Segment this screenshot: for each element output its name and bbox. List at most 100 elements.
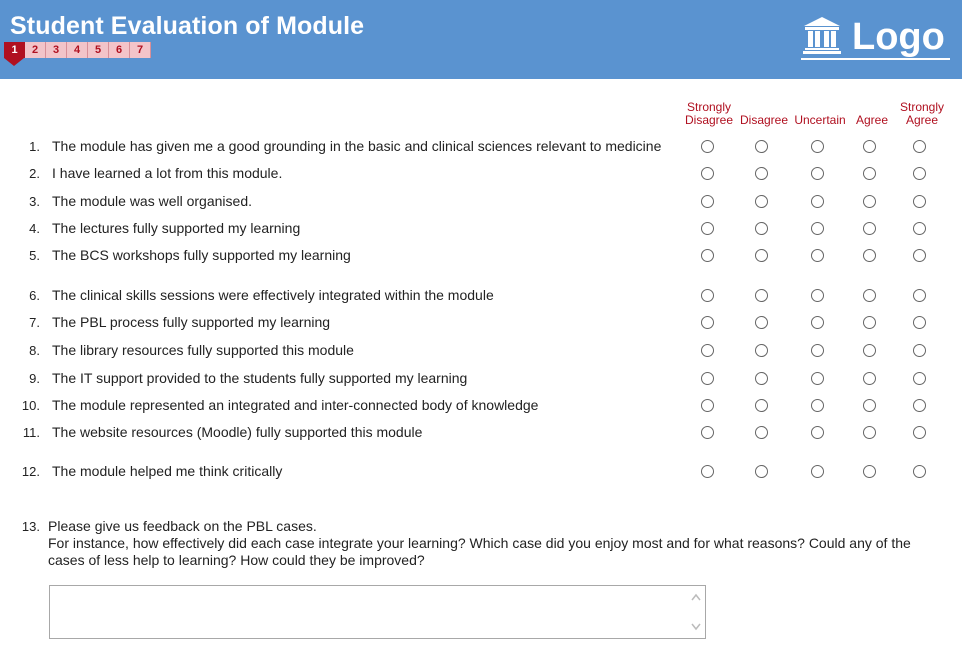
question-number: 11. [22,425,40,440]
page-tab-7[interactable]: 7 [130,42,151,58]
radio-strongly-agree[interactable] [913,344,926,357]
feedback-textarea[interactable] [49,585,706,639]
radio-strongly-disagree[interactable] [701,249,714,262]
question-number: 13. [21,519,40,534]
radio-disagree[interactable] [755,140,768,153]
page-tab-2[interactable]: 2 [25,42,46,58]
radio-uncertain[interactable] [811,249,824,262]
radio-disagree[interactable] [755,195,768,208]
scale-header-agree: Agree [855,113,889,127]
question-text: The lectures fully supported my learning [52,220,301,236]
radio-disagree[interactable] [755,399,768,412]
radio-strongly-agree[interactable] [913,140,926,153]
radio-agree[interactable] [863,249,876,262]
radio-disagree[interactable] [755,426,768,439]
page-tab-3[interactable]: 3 [46,42,67,58]
radio-strongly-disagree[interactable] [701,426,714,439]
radio-agree[interactable] [863,399,876,412]
radio-uncertain[interactable] [811,426,824,439]
radio-uncertain[interactable] [811,222,824,235]
chevron-down-icon[interactable] [690,620,702,632]
scale-header-strongly-disagree: Strongly Disagree [684,100,734,127]
feedback-question-line: cases of less help to learning? How coul… [48,552,425,568]
question-number: 12. [21,464,40,479]
radio-strongly-disagree[interactable] [701,289,714,302]
radio-agree[interactable] [863,372,876,385]
question-text: The module represented an integrated and… [52,397,539,413]
radio-strongly-agree[interactable] [913,249,926,262]
radio-strongly-agree[interactable] [913,399,926,412]
radio-disagree[interactable] [755,465,768,478]
question-number: 10. [21,398,40,413]
radio-disagree[interactable] [755,316,768,329]
question-text: The module was well organised. [52,193,252,209]
question-number: 9. [29,371,40,386]
question-number: 3. [29,194,40,209]
question-number: 2. [29,166,40,181]
radio-strongly-agree[interactable] [913,195,926,208]
scale-header-uncertain: Uncertain [794,113,846,127]
question-number: 4. [29,221,40,236]
radio-strongly-disagree[interactable] [701,316,714,329]
page-tab-6[interactable]: 6 [109,42,130,58]
question-number: 8. [29,343,40,358]
radio-uncertain[interactable] [811,399,824,412]
question-text: The clinical skills sessions were effect… [52,287,494,303]
radio-strongly-disagree[interactable] [701,399,714,412]
page-tab-4[interactable]: 4 [67,42,88,58]
radio-agree[interactable] [863,140,876,153]
radio-uncertain[interactable] [811,289,824,302]
radio-agree[interactable] [863,195,876,208]
radio-strongly-disagree[interactable] [701,167,714,180]
radio-uncertain[interactable] [811,140,824,153]
radio-uncertain[interactable] [811,316,824,329]
page-tab-1[interactable]: 1 [4,42,25,66]
radio-disagree[interactable] [755,289,768,302]
scale-header-disagree: Disagree [739,113,789,127]
radio-strongly-agree[interactable] [913,167,926,180]
radio-disagree[interactable] [755,372,768,385]
radio-strongly-agree[interactable] [913,222,926,235]
radio-agree[interactable] [863,222,876,235]
radio-agree[interactable] [863,167,876,180]
radio-strongly-disagree[interactable] [701,344,714,357]
radio-agree[interactable] [863,426,876,439]
radio-uncertain[interactable] [811,344,824,357]
radio-disagree[interactable] [755,222,768,235]
radio-agree[interactable] [863,316,876,329]
radio-uncertain[interactable] [811,465,824,478]
radio-strongly-disagree[interactable] [701,140,714,153]
logo-text: Logo [852,16,945,58]
question-number: 7. [29,315,40,330]
radio-strongly-agree[interactable] [913,465,926,478]
radio-strongly-agree[interactable] [913,426,926,439]
radio-disagree[interactable] [755,344,768,357]
radio-strongly-disagree[interactable] [701,222,714,235]
radio-strongly-disagree[interactable] [701,195,714,208]
radio-disagree[interactable] [755,249,768,262]
question-text: The module has given me a good grounding… [52,138,662,154]
question-number: 6. [29,288,40,303]
radio-uncertain[interactable] [811,195,824,208]
question-text: The library resources fully supported th… [52,342,354,358]
scale-header-strongly-agree: Strongly Agree [899,100,945,127]
radio-strongly-agree[interactable] [913,372,926,385]
radio-disagree[interactable] [755,167,768,180]
radio-uncertain[interactable] [811,372,824,385]
radio-agree[interactable] [863,465,876,478]
page-tab-5[interactable]: 5 [88,42,109,58]
radio-uncertain[interactable] [811,167,824,180]
question-text: I have learned a lot from this module. [52,165,283,181]
question-text: The module helped me think critically [52,463,283,479]
page-navigation: 1 2 3 4 5 6 7 [4,42,151,66]
radio-strongly-disagree[interactable] [701,372,714,385]
chevron-up-icon[interactable] [690,592,702,604]
radio-strongly-agree[interactable] [913,316,926,329]
radio-strongly-agree[interactable] [913,289,926,302]
feedback-question-line: For instance, how effectively did each c… [48,535,911,551]
radio-agree[interactable] [863,289,876,302]
radio-strongly-disagree[interactable] [701,465,714,478]
question-text: The PBL process fully supported my learn… [52,314,331,330]
radio-agree[interactable] [863,344,876,357]
question-text: The website resources (Moodle) fully sup… [52,424,423,440]
